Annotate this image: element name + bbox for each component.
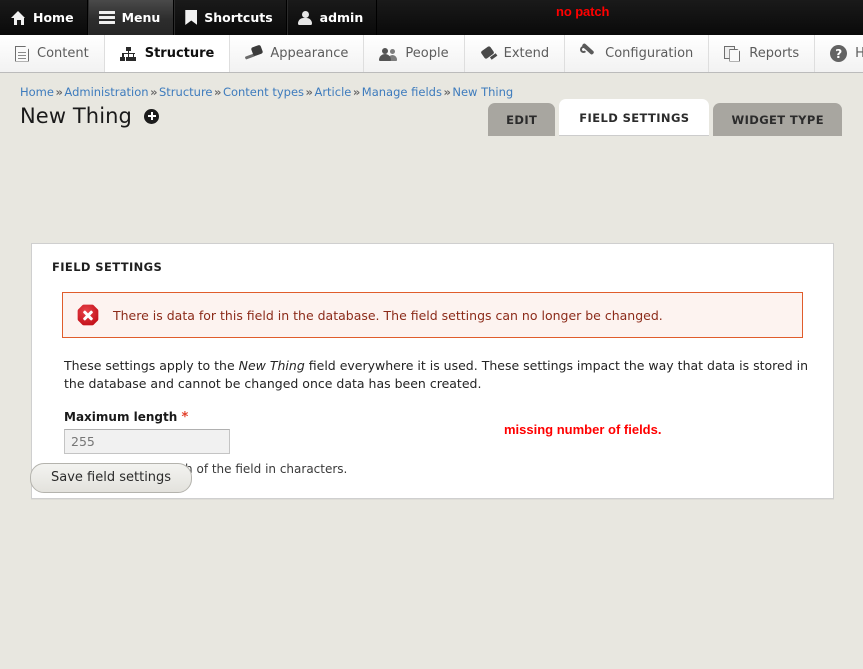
breadcrumb-separator: »	[305, 85, 313, 99]
breadcrumb: Home» Administration» Structure» Content ty…	[0, 73, 863, 99]
toolbar-item-menu[interactable]: Menu	[87, 0, 175, 35]
toolbar-item-shortcuts[interactable]: Shortcuts	[174, 0, 287, 35]
toolbar-item-admin-user[interactable]: admin	[287, 0, 378, 35]
admin-menu-item-extend[interactable]: Extend	[465, 35, 566, 72]
tab-edit[interactable]: EDIT	[488, 103, 556, 136]
toolbar-item-menu-label: Menu	[121, 10, 161, 25]
maximum-length-input[interactable]	[64, 428, 230, 454]
admin-menu-item-people-label: People	[405, 46, 449, 61]
admin-menu-item-reports[interactable]: Reports	[709, 35, 816, 72]
error-message-text: There is data for this field in the data…	[113, 307, 663, 323]
settings-description: These settings apply to the New Thing fi…	[64, 357, 815, 393]
admin-menu-item-appearance-label: Appearance	[270, 46, 349, 61]
breadcrumb-separator: »	[443, 85, 451, 99]
breadcrumb-item-structure[interactable]: Structure	[159, 85, 213, 99]
breadcrumb-separator: »	[214, 85, 222, 99]
toolbar-item-shortcuts-label: Shortcuts	[204, 10, 273, 25]
admin-menu-item-people[interactable]: People	[364, 35, 465, 72]
admin-menu-item-extend-label: Extend	[503, 46, 550, 61]
breadcrumb-item-content-types[interactable]: Content types	[223, 85, 304, 99]
primary-tabs: EDIT FIELD SETTINGS WIDGET TYPE	[488, 99, 842, 136]
maximum-length-label: Maximum length *	[64, 410, 815, 425]
admin-toolbar: Home Menu Shortcuts admin no patch	[0, 0, 863, 35]
breadcrumb-separator: »	[55, 85, 63, 99]
breadcrumb-separator: »	[352, 85, 361, 99]
annotation-no-patch: no patch	[556, 4, 610, 19]
page-body: Home» Administration» Structure» Content ty…	[0, 73, 863, 669]
tab-field-settings[interactable]: FIELD SETTINGS	[559, 99, 710, 136]
admin-menu-item-content-label: Content	[37, 46, 89, 61]
panel-legend: FIELD SETTINGS	[52, 260, 163, 274]
breadcrumb-item-manage-fields[interactable]: Manage fields	[362, 85, 442, 99]
admin-menu-item-content[interactable]: Content	[0, 35, 105, 72]
maximum-length-label-text: Maximum length	[64, 409, 178, 424]
admin-menu-item-appearance[interactable]: Appearance	[230, 35, 365, 72]
admin-menu-item-reports-label: Reports	[749, 46, 800, 61]
paintbrush-icon	[245, 44, 264, 61]
settings-description-part1: These settings apply to the	[64, 358, 239, 373]
error-octagon-icon	[77, 304, 99, 326]
hamburger-menu-icon	[98, 11, 115, 24]
user-icon	[298, 10, 313, 25]
field-settings-panel: FIELD SETTINGS There is data for this fi…	[31, 243, 834, 499]
admin-menu-item-structure-label: Structure	[144, 46, 215, 61]
form-actions: Save field settings	[30, 463, 193, 493]
error-message: There is data for this field in the data…	[62, 292, 803, 338]
breadcrumb-item-new-thing[interactable]: New Thing	[452, 85, 513, 99]
home-icon	[11, 10, 26, 25]
sitemap-icon	[120, 46, 137, 61]
required-marker: *	[181, 409, 189, 425]
breadcrumb-separator: »	[150, 85, 158, 99]
tab-widget-type[interactable]: WIDGET TYPE	[713, 103, 842, 136]
toolbar-item-admin-label: admin	[319, 10, 364, 25]
documents-icon	[724, 45, 741, 62]
toolbar-item-home[interactable]: Home	[0, 0, 88, 35]
breadcrumb-item-home[interactable]: Home	[20, 85, 54, 99]
question-mark-icon: ?	[830, 45, 848, 62]
document-icon	[15, 45, 29, 62]
bookmark-icon	[185, 10, 198, 25]
breadcrumb-item-administration[interactable]: Administration	[64, 85, 148, 99]
toolbar-item-home-label: Home	[33, 10, 74, 25]
admin-menu-item-help[interactable]: ? Help	[815, 35, 863, 72]
annotation-missing-number-of-fields: missing number of fields.	[504, 421, 662, 437]
settings-description-field-name: New Thing	[238, 358, 305, 373]
page-title: New Thing	[20, 104, 132, 128]
breadcrumb-item-article[interactable]: Article	[314, 85, 351, 99]
admin-menu-bar: Content Structure Appearance People Exte…	[0, 35, 863, 73]
admin-menu-item-configuration-label: Configuration	[605, 46, 694, 61]
admin-menu-item-configuration[interactable]: Configuration	[565, 35, 710, 72]
people-icon	[379, 47, 398, 61]
save-field-settings-button[interactable]: Save field settings	[30, 463, 193, 493]
wrench-icon	[580, 42, 597, 62]
add-circle-icon[interactable]	[144, 108, 159, 124]
admin-menu-item-structure[interactable]: Structure	[104, 35, 231, 72]
admin-menu-item-help-label: Help	[855, 46, 863, 61]
plug-icon	[480, 45, 497, 61]
